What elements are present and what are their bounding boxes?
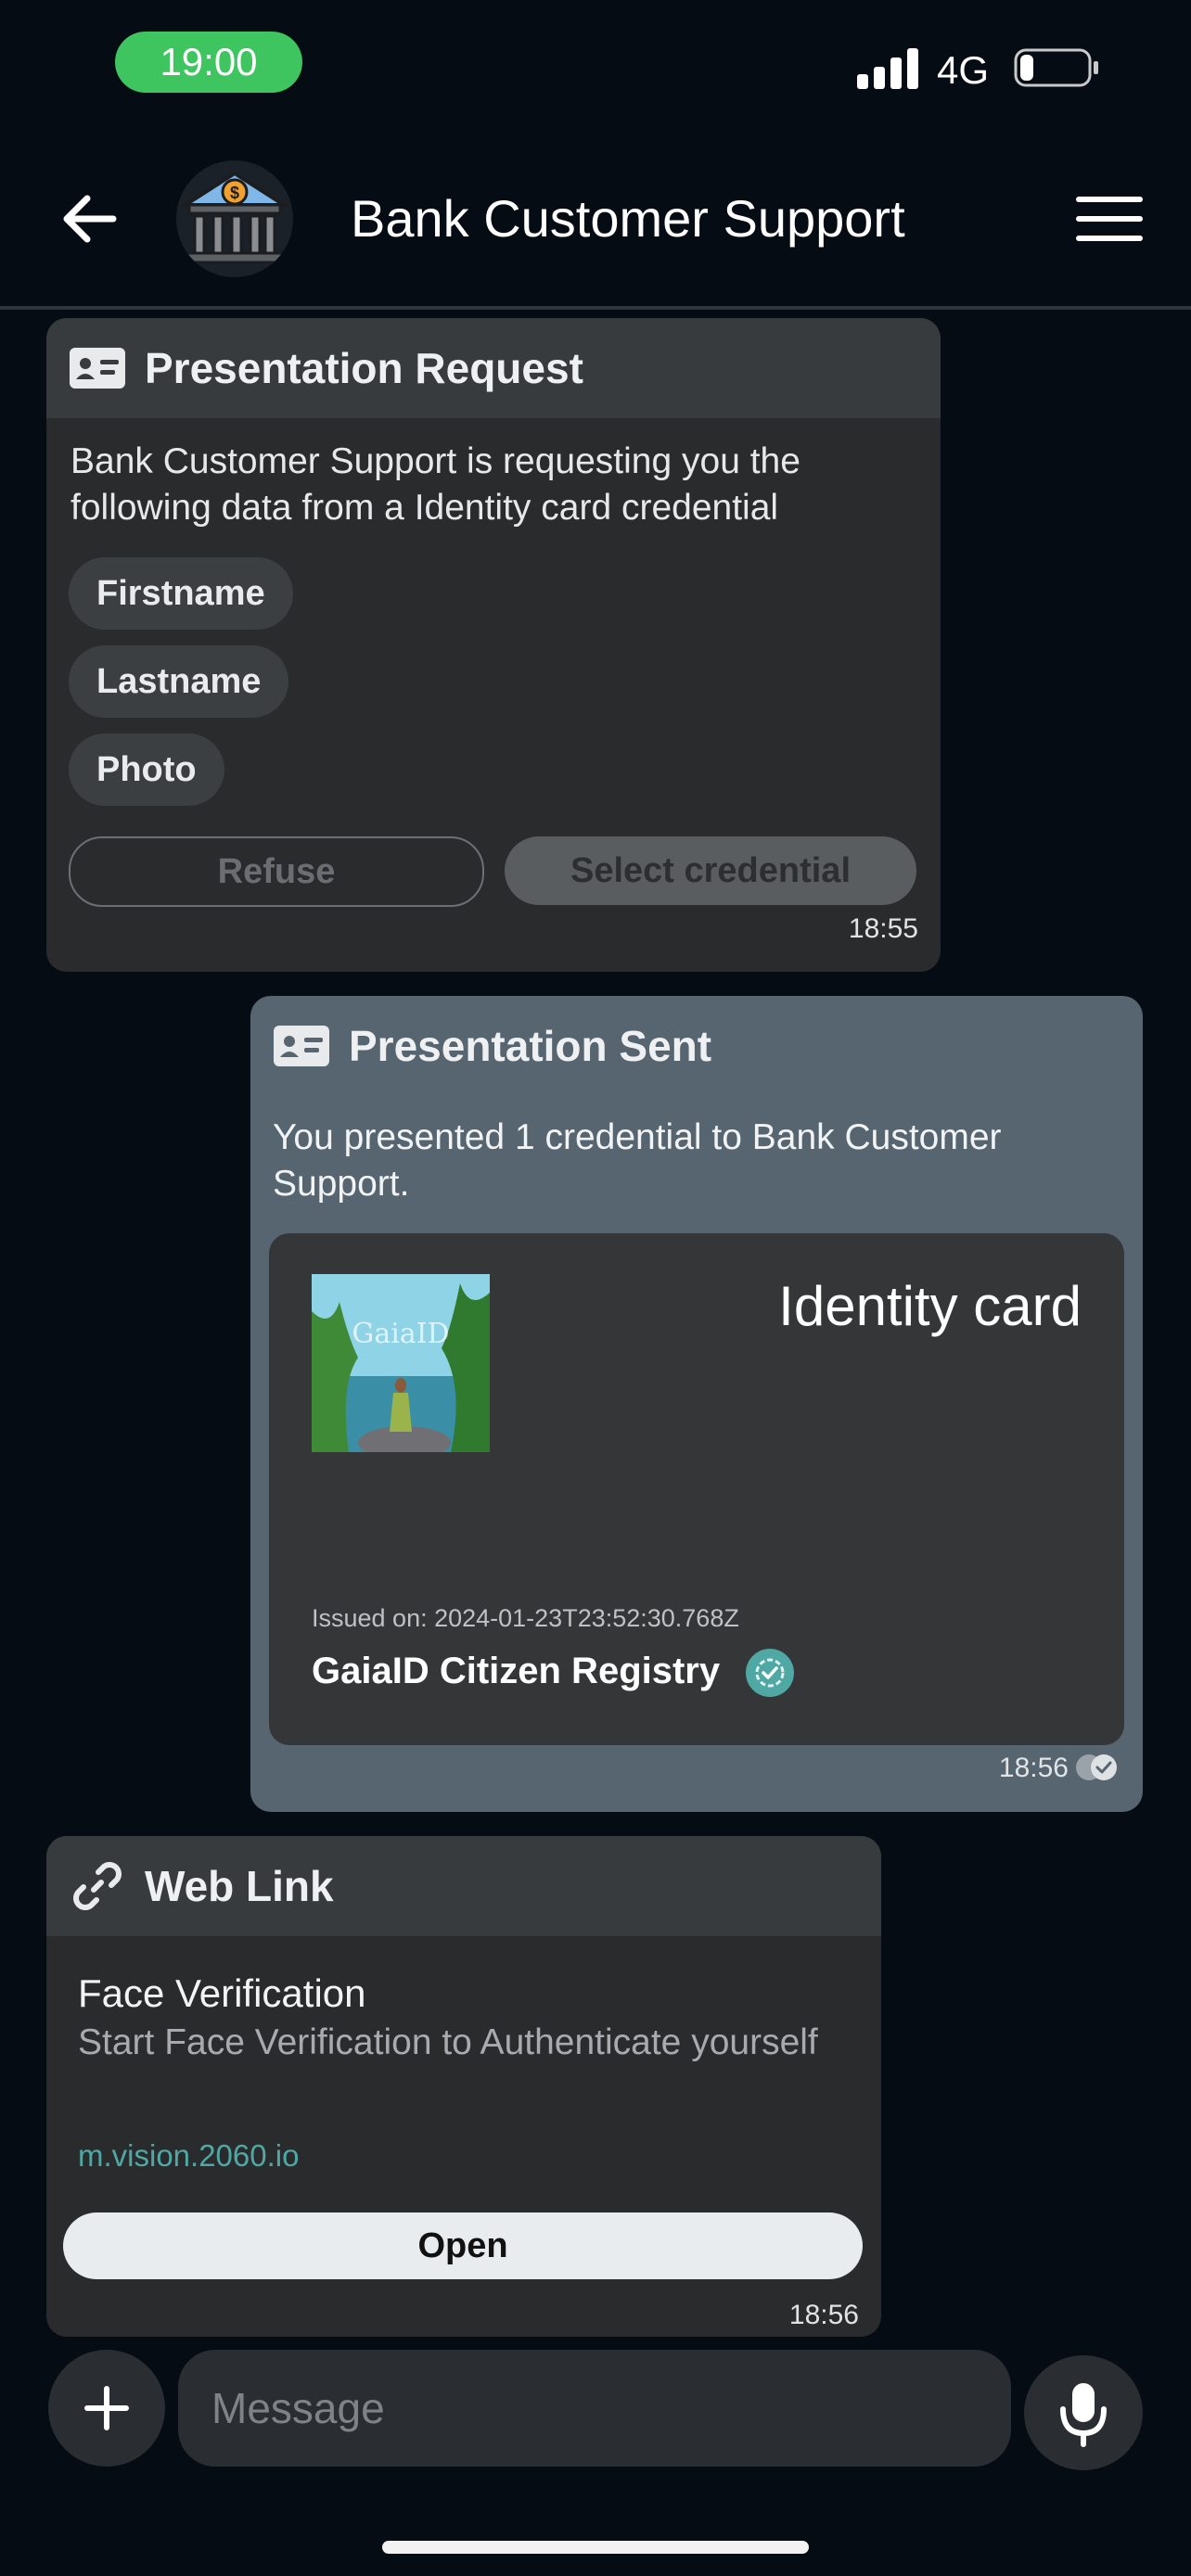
network-type: 4G xyxy=(937,48,990,92)
microphone-icon xyxy=(1060,2383,1107,2447)
presentation-request-message: Presentation Request Bank Customer Suppo… xyxy=(46,318,941,972)
hamburger-menu-icon[interactable] xyxy=(1074,195,1145,243)
message-timestamp: 18:55 xyxy=(848,913,918,944)
home-indicator xyxy=(382,2541,809,2554)
web-link-message: Web Link Face Verification Start Face Ve… xyxy=(46,1836,881,2337)
header-divider xyxy=(0,306,1191,310)
sent-description: You presented 1 credential to Bank Custo… xyxy=(273,1117,1002,1204)
presentation-sent-message: Presentation Sent You presented 1 creden… xyxy=(250,996,1143,1812)
microphone-button[interactable] xyxy=(1024,2355,1143,2470)
arrow-left-icon[interactable] xyxy=(58,185,124,252)
requested-field-chip: Photo xyxy=(69,733,224,806)
card-header: Web Link xyxy=(46,1836,881,1936)
card-title: Presentation Sent xyxy=(349,1022,712,1070)
id-card-icon xyxy=(69,339,126,397)
link-icon xyxy=(69,1857,126,1915)
id-card-icon xyxy=(273,1017,330,1075)
requested-field-chip: Firstname xyxy=(69,557,293,630)
bank-icon: $ xyxy=(179,171,290,264)
card-title: Web Link xyxy=(145,1862,334,1910)
battery-icon xyxy=(1014,48,1098,87)
signal-icon xyxy=(857,48,918,89)
link-title: Face Verification xyxy=(78,1971,366,2015)
credential-title: Identity card xyxy=(778,1275,1082,1337)
link-description: Start Face Verification to Authenticate … xyxy=(78,2022,818,2062)
credential-card[interactable]: GaiaID Identity card Issued on: 2024-01-… xyxy=(269,1233,1124,1745)
svg-text:$: $ xyxy=(230,184,239,202)
chat-title: Bank Customer Support xyxy=(351,189,905,248)
avatar: $ xyxy=(176,160,293,277)
card-header: Presentation Sent xyxy=(250,996,1143,1096)
plus-icon xyxy=(84,2386,129,2430)
refuse-button[interactable]: Refuse xyxy=(69,836,484,907)
card-title: Presentation Request xyxy=(145,344,583,392)
message-input[interactable] xyxy=(178,2350,1011,2467)
verified-badge-icon xyxy=(746,1649,794,1697)
open-link-button[interactable]: Open xyxy=(63,2213,863,2279)
credential-issuer: GaiaID Citizen Registry xyxy=(312,1651,721,1691)
link-url[interactable]: m.vision.2060.io xyxy=(78,2138,299,2174)
status-time: 19:00 xyxy=(115,32,302,93)
double-check-icon xyxy=(1076,1754,1117,1780)
select-credential-button[interactable]: Select credential xyxy=(505,836,916,905)
attach-button[interactable] xyxy=(48,2350,165,2467)
requested-field-chip: Lastname xyxy=(69,645,289,718)
credential-image-watermark: GaiaID xyxy=(352,1318,449,1350)
card-header: Presentation Request xyxy=(46,318,941,418)
request-description: Bank Customer Support is requesting you … xyxy=(70,441,800,528)
message-timestamp: 18:56 xyxy=(788,2300,859,2330)
credential-image: GaiaID xyxy=(312,1274,490,1452)
message-timestamp: 18:56 xyxy=(998,1753,1069,1783)
credential-issued-date: Issued on: 2024-01-23T23:52:30.768Z xyxy=(312,1604,739,1632)
